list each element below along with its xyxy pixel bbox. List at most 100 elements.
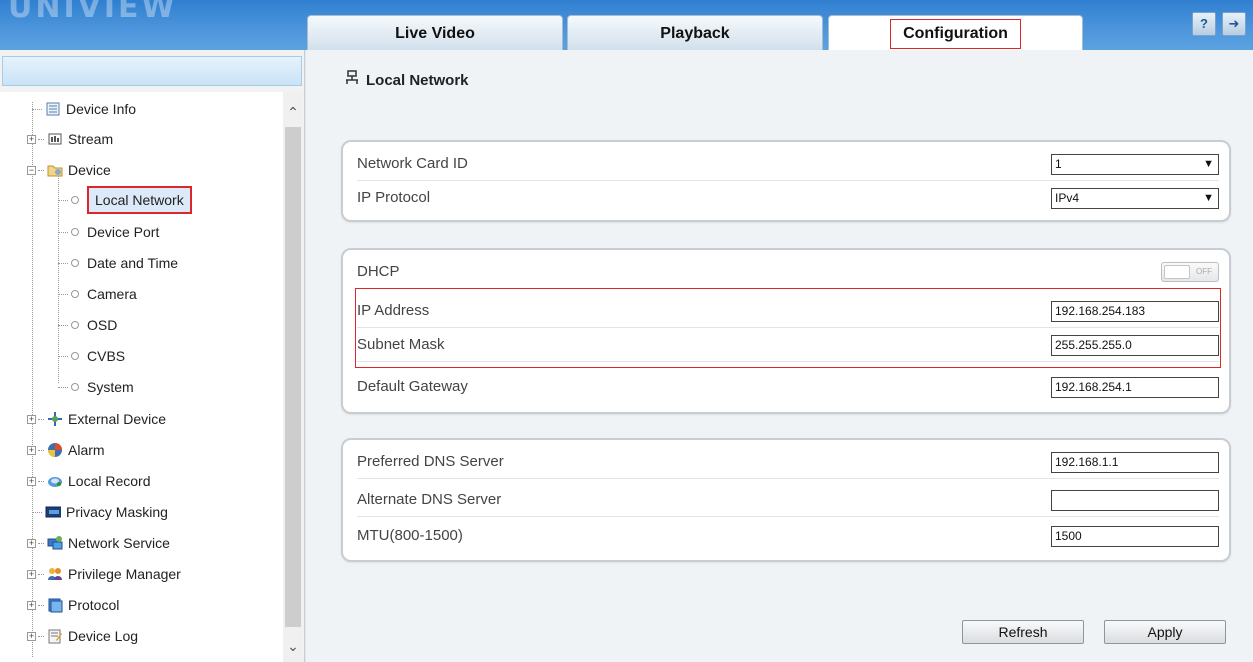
sidebar-item-label: Privacy Masking: [66, 504, 168, 520]
scroll-thumb[interactable]: [285, 127, 301, 627]
local-record-icon: [47, 473, 63, 489]
sidebar-header-bar: [2, 56, 302, 86]
sidebar-item-osd[interactable]: OSD: [58, 314, 117, 336]
sidebar-item-stream[interactable]: + Stream: [27, 128, 113, 150]
doc-icon: [45, 101, 61, 117]
apply-button[interactable]: Apply: [1104, 620, 1226, 644]
tab-configuration[interactable]: Configuration: [828, 15, 1083, 50]
alternate-dns-label: Alternate DNS Server: [357, 491, 502, 508]
sidebar-item-system[interactable]: System: [58, 376, 134, 398]
refresh-button[interactable]: Refresh: [962, 620, 1084, 644]
node-circle-icon: [71, 196, 79, 204]
mtu-label: MTU(800-1500): [357, 527, 463, 544]
ip-settings-group: DHCP OFF IP Address 192.168.254.183 Subn…: [341, 248, 1231, 414]
page-title-text: Local Network: [366, 71, 469, 89]
sidebar-item-cvbs[interactable]: CVBS: [58, 345, 125, 367]
sidebar-item-label: External Device: [68, 411, 167, 427]
node-circle-icon: [71, 383, 79, 391]
brand-logo: UNIVIEW: [8, 0, 178, 25]
sidebar-item-camera[interactable]: Camera: [58, 283, 137, 305]
sidebar-item-label: Camera: [87, 286, 137, 302]
tab-playback-label: Playback: [660, 25, 730, 42]
dhcp-state: OFF: [1196, 267, 1212, 276]
network-service-icon: [47, 535, 63, 551]
sidebar-item-protocol[interactable]: + Protocol: [27, 594, 119, 616]
expand-icon[interactable]: +: [27, 445, 36, 455]
node-circle-icon: [71, 259, 79, 267]
network-card-group: Network Card ID 1 ▼ IP Protocol IPv4 ▼: [341, 140, 1231, 222]
logout-icon[interactable]: ➜: [1222, 12, 1246, 36]
default-gateway-row: Default Gateway 192.168.254.1: [357, 371, 1219, 404]
sidebar-item-label: System: [87, 379, 134, 395]
mtu-input[interactable]: 1500: [1051, 526, 1219, 547]
expand-icon[interactable]: +: [27, 569, 36, 579]
subnet-mask-input[interactable]: 255.255.255.0: [1051, 335, 1219, 356]
node-circle-icon: [71, 290, 79, 298]
sidebar-item-label: Date and Time: [87, 255, 179, 271]
alternate-dns-input[interactable]: [1051, 490, 1219, 511]
network-icon: [344, 70, 360, 90]
sidebar-item-label: Stream: [68, 131, 114, 147]
preferred-dns-input[interactable]: 192.168.1.1: [1051, 452, 1219, 473]
ip-address-label: IP Address: [357, 302, 430, 319]
subnet-mask-row: Subnet Mask 255.255.255.0: [357, 329, 1219, 362]
subnet-mask-label: Subnet Mask: [357, 336, 445, 353]
config-tree: Device Info + Stream − Device Local Netw…: [0, 92, 283, 662]
node-circle-icon: [71, 352, 79, 360]
sidebar-item-label: Privilege Manager: [68, 566, 181, 582]
sidebar-item-label: OSD: [87, 317, 118, 333]
expand-icon[interactable]: +: [27, 134, 36, 144]
dhcp-toggle[interactable]: OFF: [1161, 262, 1219, 282]
sidebar-item-device-info[interactable]: Device Info: [32, 98, 136, 120]
sidebar-item-local-record[interactable]: + Local Record: [27, 470, 151, 492]
toggle-knob: [1164, 265, 1190, 279]
sidebar-item-network-service[interactable]: + Network Service: [27, 532, 170, 554]
sidebar-item-device-port[interactable]: Device Port: [58, 221, 159, 243]
sidebar-item-label: Local Record: [68, 473, 151, 489]
privilege-manager-icon: [47, 566, 63, 582]
expand-icon[interactable]: +: [27, 414, 36, 424]
tab-playback[interactable]: Playback: [567, 15, 823, 50]
expand-icon[interactable]: +: [27, 631, 36, 641]
network-card-id-value: 1: [1055, 157, 1062, 171]
ip-protocol-select[interactable]: IPv4 ▼: [1051, 188, 1219, 209]
sidebar-item-privilege-manager[interactable]: + Privilege Manager: [27, 563, 181, 585]
collapse-icon[interactable]: −: [27, 165, 36, 175]
default-gateway-label: Default Gateway: [357, 378, 468, 395]
sidebar-item-label: Alarm: [68, 442, 105, 458]
folder-icon: [47, 162, 63, 178]
stream-icon: [47, 131, 63, 147]
sidebar-item-date-and-time[interactable]: Date and Time: [58, 252, 178, 274]
sidebar-item-alarm[interactable]: + Alarm: [27, 439, 105, 461]
sidebar-item-privacy-masking[interactable]: Privacy Masking: [32, 501, 168, 523]
expand-icon[interactable]: +: [27, 538, 36, 548]
sidebar: Device Info + Stream − Device Local Netw…: [0, 50, 305, 662]
expand-icon[interactable]: +: [27, 476, 36, 486]
help-icon[interactable]: ?: [1192, 12, 1216, 36]
sidebar-item-local-network[interactable]: Local Network: [58, 186, 192, 214]
dropdown-arrow-icon: ▼: [1203, 158, 1214, 170]
sidebar-item-external-device[interactable]: + External Device: [27, 408, 166, 430]
dhcp-label: DHCP: [357, 263, 400, 280]
sidebar-item-label: Device Log: [68, 628, 139, 644]
sidebar-item-label: Local Network: [87, 186, 192, 214]
sidebar-item-device-log[interactable]: + Device Log: [27, 625, 138, 647]
privacy-masking-icon: [45, 504, 61, 520]
default-gateway-input[interactable]: 192.168.254.1: [1051, 377, 1219, 398]
scroll-up-icon[interactable]: ⌃: [283, 102, 303, 122]
sidebar-item-label: Device: [68, 162, 111, 178]
ip-protocol-label: IP Protocol: [357, 189, 431, 206]
external-device-icon: [47, 411, 63, 427]
sidebar-item-device[interactable]: − Device: [27, 159, 111, 181]
ip-address-input[interactable]: 192.168.254.183: [1051, 301, 1219, 322]
tab-live-video[interactable]: Live Video: [307, 15, 563, 50]
tab-live-video-label: Live Video: [395, 25, 475, 42]
ip-address-row: IP Address 192.168.254.183: [357, 295, 1219, 328]
alternate-dns-row: Alternate DNS Server: [357, 484, 1219, 517]
scroll-down-icon[interactable]: ⌄: [283, 636, 303, 656]
sidebar-scrollbar[interactable]: ⌃ ⌄: [283, 92, 303, 662]
expand-icon[interactable]: +: [27, 600, 36, 610]
network-card-id-select[interactable]: 1 ▼: [1051, 154, 1219, 175]
tab-configuration-label: Configuration: [890, 19, 1021, 49]
node-circle-icon: [71, 228, 79, 236]
